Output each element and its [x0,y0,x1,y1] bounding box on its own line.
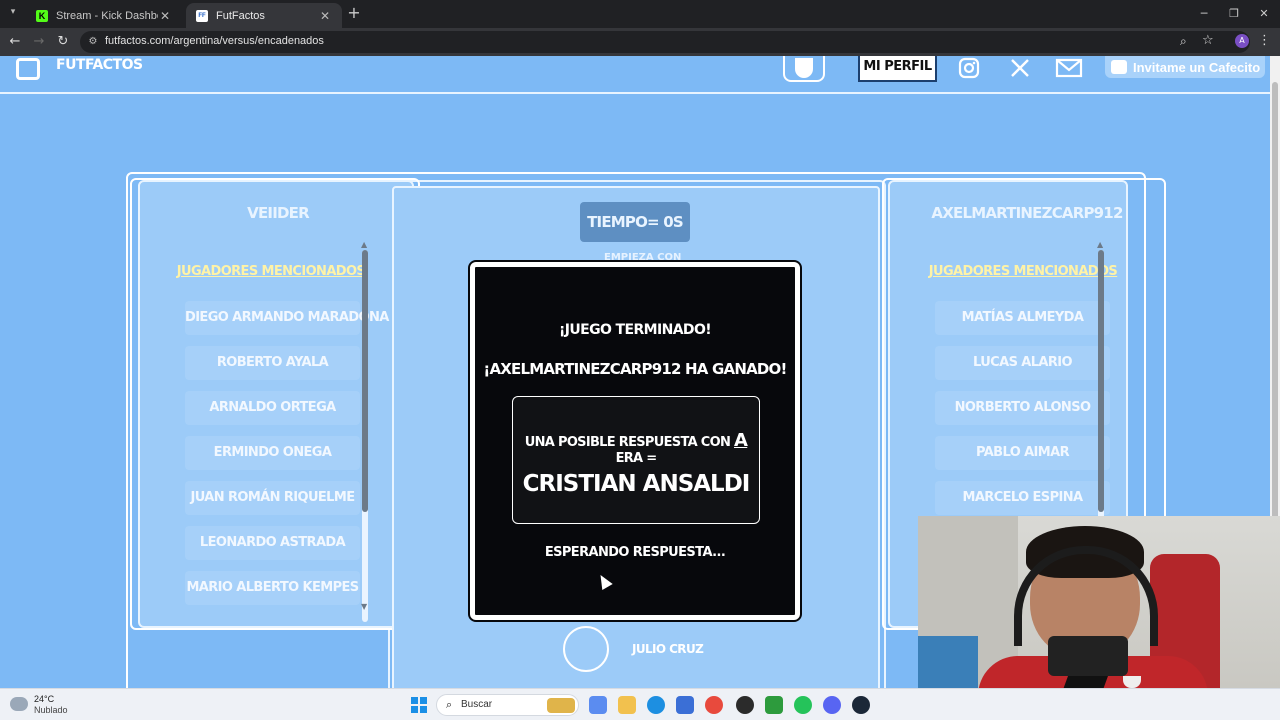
cafecito-button[interactable]: Invitame un Cafecito [1105,56,1265,78]
scroll-up-icon[interactable]: ▲ [361,240,367,249]
search-highlight-icon [547,698,575,713]
copilot-icon[interactable] [589,696,607,714]
answer-suffix: ERA = [615,451,658,466]
browser-tab-bar: ▾ K Stream - Kick Dashboard ✕ FF FutFact… [0,0,1280,28]
possible-answer-box: UNA POSIBLE RESPUESTA CON A ERA = CRISTI… [512,396,760,524]
list-item: ERMINDO ONEGA [185,436,360,470]
tab-list-icon[interactable]: ▾ [6,7,20,21]
club-shield-button[interactable] [783,56,825,82]
left-player-name: VEIIDER [247,204,309,222]
forward-icon[interactable]: → [31,34,47,50]
weather-temperature[interactable]: 24°C [34,694,54,704]
site-logo-text[interactable]: FUTFACTOS [56,57,143,73]
back-icon[interactable]: ← [7,34,23,50]
new-tab-icon[interactable]: + [346,5,362,21]
list-item: NORBERTO ALONSO [935,391,1110,425]
taskbar-search[interactable]: ⌕ Buscar [436,694,579,716]
list-item: LUCAS ALARIO [935,346,1110,380]
discord-icon[interactable] [823,696,841,714]
edge-icon[interactable] [647,696,665,714]
left-player-panel: VEIIDER JUGADORES MENCIONADOS DIEGO ARMA… [138,180,414,628]
webcam-overlay [918,516,1280,688]
list-item: MATÍAS ALMEYDA [935,301,1110,335]
chrome-icon[interactable] [705,696,723,714]
cafecito-label: Invitame un Cafecito [1133,59,1261,75]
x-icon[interactable] [1009,57,1031,84]
tab-label: FutFactos [216,9,265,22]
scrollbar-thumb[interactable] [1098,250,1104,512]
profile-avatar-icon[interactable]: A [1235,34,1249,48]
restore-icon[interactable]: ❐ [1226,7,1242,20]
list-item: JUAN ROMÁN RIQUELME [185,481,360,515]
window-close-icon[interactable]: ✕ [1256,7,1272,20]
game-over-title: ¡JUEGO TERMINADO! [558,322,712,338]
webcam-mic-arm [918,636,978,688]
url-text[interactable]: futfactos.com/argentina/versus/encadenad… [105,35,324,47]
close-tab-icon[interactable]: ✕ [158,9,172,23]
answer-prefix: UNA POSIBLE RESPUESTA CON [524,435,731,450]
futfactos-favicon-icon: FF [196,9,208,22]
tab-kick-dashboard[interactable]: K Stream - Kick Dashboard ✕ [26,3,182,28]
search-placeholder: Buscar [461,699,493,710]
shield-icon [795,58,813,78]
steam-icon[interactable] [852,696,870,714]
minimize-icon[interactable]: ─ [1196,7,1212,20]
tab-futfactos[interactable]: FF FutFactos ✕ [186,3,342,28]
cloud-icon[interactable] [10,697,28,711]
search-icon: ⌕ [446,698,453,711]
store-icon[interactable] [676,696,694,714]
browser-toolbar: ← → ↻ ⚙ futfactos.com/argentina/versus/e… [0,28,1280,56]
timer-display: TIEMPO= 0S [580,202,690,242]
windows-taskbar: 24°C Nublado ⌕ Buscar [0,688,1280,720]
close-tab-icon[interactable]: ✕ [318,9,332,23]
waiting-status: ESPERANDO RESPUESTA... [544,545,726,560]
site-header: FUTFACTOS MI PERFIL Invitame un Cafecito [0,56,1270,94]
answer-player-name: CRISTIAN ANSALDI [522,471,751,497]
xbox-icon[interactable] [765,696,783,714]
possible-answer-line: UNA POSIBLE RESPUESTA CON A ERA = [513,430,759,466]
coffee-cup-icon [1111,60,1127,74]
bookmark-star-icon[interactable]: ☆ [1202,33,1214,48]
list-item: MARIO ALBERTO KEMPES [185,571,360,605]
hint-player-name: JULIO CRUZ [632,642,704,656]
kick-favicon-icon: K [36,9,48,22]
left-list-scrollbar[interactable] [362,250,368,622]
winner-message: ¡AXELMARTINEZCARP912 HA GANADO! [483,360,787,378]
windows-start-icon[interactable] [411,697,427,713]
mail-icon[interactable] [1055,57,1083,84]
list-item: DIEGO ARMANDO MARADONA [185,301,389,335]
browser-menu-icon[interactable]: ⋮ [1258,33,1271,48]
list-item: PABLO AIMAR [935,436,1110,470]
right-player-name: AXELMARTINEZCARP912 [931,204,1123,222]
futfactos-logo-icon[interactable] [16,58,40,80]
answer-letter: A [734,430,748,451]
zoom-icon[interactable]: ⌕ [1180,34,1187,49]
tab-label: Stream - Kick Dashboard [56,9,158,22]
profile-button[interactable]: MI PERFIL [858,56,937,82]
scroll-up-icon[interactable]: ▲ [1097,240,1103,249]
list-item: MARCELO ESPINA [935,481,1110,515]
reload-icon[interactable]: ↻ [55,34,71,50]
scroll-down-icon[interactable]: ▼ [361,602,367,611]
instagram-icon[interactable] [958,57,980,84]
player-avatar-circle [563,626,609,672]
obs-icon[interactable] [736,696,754,714]
game-over-modal: ¡JUEGO TERMINADO! ¡AXELMARTINEZCARP912 H… [470,262,800,620]
file-explorer-icon[interactable] [618,696,636,714]
right-list-header: JUGADORES MENCIONADOS [928,264,1118,279]
whatsapp-icon[interactable] [794,696,812,714]
microphone-icon [1048,636,1128,676]
site-info-icon[interactable]: ⚙ [86,35,100,49]
list-item: LEONARDO ASTRADA [185,526,360,560]
weather-description[interactable]: Nublado [34,705,68,715]
list-item: ROBERTO AYALA [185,346,360,380]
address-bar[interactable]: ⚙ futfactos.com/argentina/versus/encaden… [80,31,1250,53]
scrollbar-thumb[interactable] [362,250,368,512]
list-item: ARNALDO ORTEGA [185,391,360,425]
